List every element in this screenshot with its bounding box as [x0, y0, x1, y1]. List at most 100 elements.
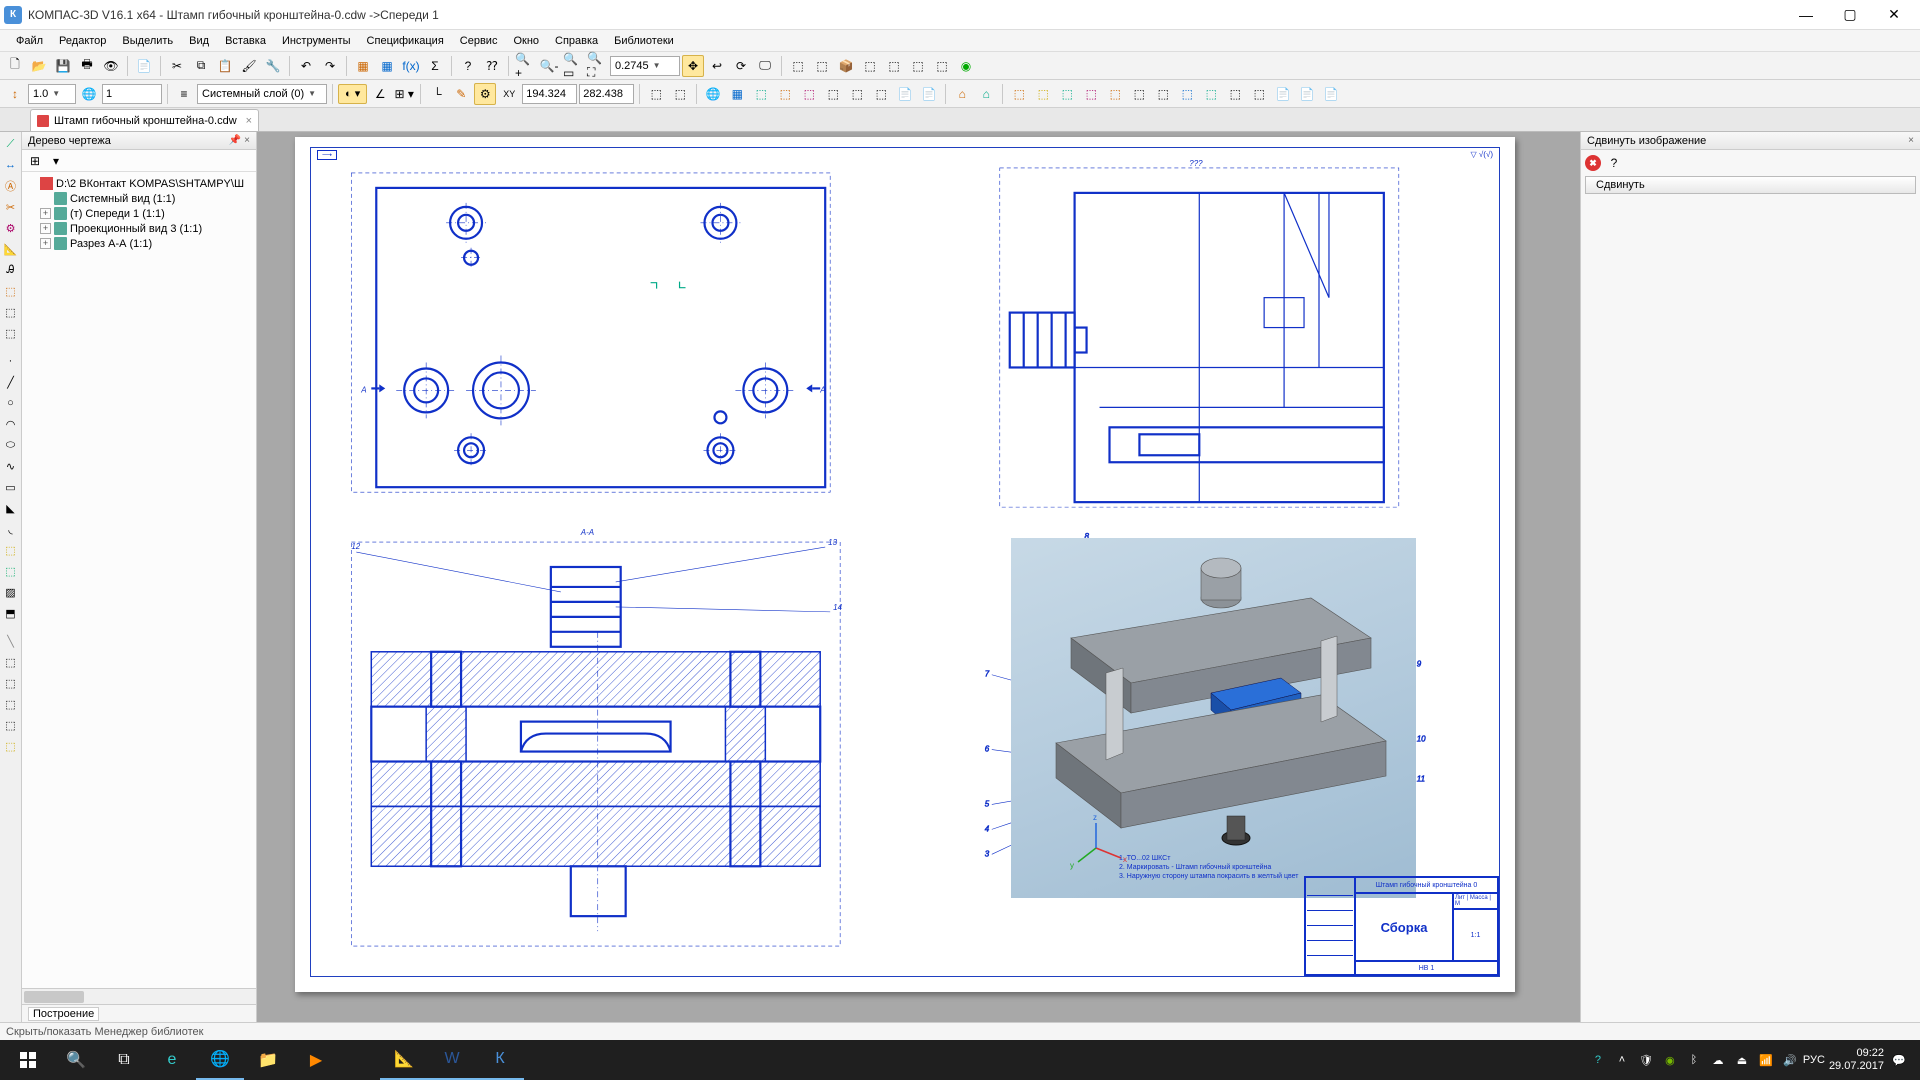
- g8-btn[interactable]: ◉: [955, 55, 977, 77]
- tray-cloud-icon[interactable]: ☁: [1709, 1051, 1727, 1069]
- chrome-icon[interactable]: 🌐: [196, 1040, 244, 1080]
- zoom-window-btn[interactable]: 🔍▭: [562, 55, 584, 77]
- e8[interactable]: ⬚: [1176, 83, 1198, 105]
- g6-btn[interactable]: ⬚: [907, 55, 929, 77]
- media-icon[interactable]: ▶: [292, 1040, 340, 1080]
- document-tab[interactable]: Штамп гибочный кронштейна-0.cdw ×: [30, 109, 259, 131]
- layer-combo[interactable]: Системный слой (0) ▼: [197, 84, 327, 104]
- menu-view[interactable]: Вид: [181, 33, 217, 49]
- ellipse-tool[interactable]: ⬭: [1, 435, 21, 455]
- step-combo[interactable]: 1.0 ▼: [28, 84, 76, 104]
- hatch-tool[interactable]: ▨: [1, 582, 21, 602]
- e10[interactable]: ⬚: [1224, 83, 1246, 105]
- print-btn[interactable]: 🖶: [76, 55, 98, 77]
- fillet-tool[interactable]: ◟: [1, 519, 21, 539]
- word-icon[interactable]: W: [428, 1040, 476, 1080]
- geom-tool[interactable]: ⟋: [1, 134, 21, 154]
- p28[interactable]: ⬚: [1, 715, 21, 735]
- kompas-task-icon[interactable]: К: [476, 1040, 524, 1080]
- e6[interactable]: ⬚: [1128, 83, 1150, 105]
- expand-icon[interactable]: +: [40, 208, 51, 219]
- g7-btn[interactable]: ⬚: [931, 55, 953, 77]
- g1-btn[interactable]: ⬚: [787, 55, 809, 77]
- right-close-btn[interactable]: ×: [1908, 135, 1914, 146]
- g3-btn[interactable]: 📦: [835, 55, 857, 77]
- tray-help-icon[interactable]: ?: [1589, 1051, 1607, 1069]
- snap-btn[interactable]: ∠: [369, 83, 391, 105]
- start-button[interactable]: [4, 1040, 52, 1080]
- p21[interactable]: ⬚: [1, 561, 21, 581]
- help-icon[interactable]: ?: [1605, 154, 1623, 172]
- lib8[interactable]: ⬚: [870, 83, 892, 105]
- menu-service[interactable]: Сервис: [452, 33, 506, 49]
- arc-tool[interactable]: ◠: [1, 414, 21, 434]
- pin-button[interactable]: 📌 ×: [229, 135, 250, 146]
- prev-view-btn[interactable]: ↩: [706, 55, 728, 77]
- zoom-fit-btn[interactable]: 🔍⛶: [586, 55, 608, 77]
- tray-volume-icon[interactable]: 🔊: [1781, 1051, 1799, 1069]
- tray-notifications-icon[interactable]: 💬: [1890, 1051, 1908, 1069]
- explorer-icon[interactable]: 📁: [244, 1040, 292, 1080]
- e3[interactable]: ⬚: [1056, 83, 1078, 105]
- lib2[interactable]: ▦: [726, 83, 748, 105]
- lib6[interactable]: ⬚: [822, 83, 844, 105]
- redraw-btn[interactable]: ⟳: [730, 55, 752, 77]
- e5[interactable]: ⬚: [1104, 83, 1126, 105]
- p23[interactable]: ⬒: [1, 603, 21, 623]
- expand-icon[interactable]: +: [40, 238, 51, 249]
- circle-tool[interactable]: ○: [1, 393, 21, 413]
- format-paint-btn[interactable]: 🖌: [238, 55, 260, 77]
- tree-root[interactable]: D:\2 ВКонтакт KOMPAS\SHTAMPY\Ш: [24, 176, 254, 191]
- menu-tools[interactable]: Инструменты: [274, 33, 359, 49]
- point-tool[interactable]: ·: [1, 351, 21, 371]
- tree-mode-btn[interactable]: ⊞: [26, 152, 44, 170]
- line-tool[interactable]: ╱: [1, 372, 21, 392]
- e2[interactable]: ⬚: [1032, 83, 1054, 105]
- lib3[interactable]: ⬚: [750, 83, 772, 105]
- tray-shield-icon[interactable]: 🛡: [1637, 1051, 1655, 1069]
- fx-btn[interactable]: ▦: [376, 55, 398, 77]
- doc-props-btn[interactable]: 📄: [133, 55, 155, 77]
- mat1[interactable]: ⌂: [951, 83, 973, 105]
- pan-btn[interactable]: ✥: [682, 55, 704, 77]
- tray-wifi-icon[interactable]: 📶: [1757, 1051, 1775, 1069]
- tree-node-system-view[interactable]: Системный вид (1:1): [24, 191, 254, 206]
- g4-btn[interactable]: ⬚: [859, 55, 881, 77]
- zoom-in-btn[interactable]: 🔍+: [514, 55, 536, 77]
- undo-btn[interactable]: ↶: [295, 55, 317, 77]
- ortho-btn[interactable]: └: [426, 83, 448, 105]
- grid-btn[interactable]: ⊞ ▾: [393, 83, 415, 105]
- preview-btn[interactable]: 👁: [100, 55, 122, 77]
- p9[interactable]: ⬚: [1, 302, 21, 322]
- t2b[interactable]: ⬚: [669, 83, 691, 105]
- g5-btn[interactable]: ⬚: [883, 55, 905, 77]
- tray-nvidia-icon[interactable]: ◉: [1661, 1051, 1679, 1069]
- edge-icon[interactable]: e: [148, 1040, 196, 1080]
- menu-file[interactable]: Файл: [8, 33, 51, 49]
- build-tool[interactable]: ⬚: [1, 281, 21, 301]
- cut-btn[interactable]: ✂: [166, 55, 188, 77]
- menu-help[interactable]: Справка: [547, 33, 606, 49]
- lib5[interactable]: ⬚: [798, 83, 820, 105]
- param-btn[interactable]: ⚙: [474, 83, 496, 105]
- p26[interactable]: ⬚: [1, 673, 21, 693]
- p29[interactable]: ⬚: [1, 736, 21, 756]
- sum-btn[interactable]: Σ: [424, 55, 446, 77]
- edit-tool[interactable]: ✂: [1, 197, 21, 217]
- zoom-out-btn[interactable]: 🔍-: [538, 55, 560, 77]
- tree-node-projection[interactable]: + Проекционный вид 3 (1:1): [24, 221, 254, 236]
- task-view-button[interactable]: ⧉: [100, 1040, 148, 1080]
- chamfer-tool[interactable]: ◣: [1, 498, 21, 518]
- scale-input[interactable]: [102, 84, 162, 104]
- e14[interactable]: 📄: [1320, 83, 1342, 105]
- coord-x-input[interactable]: [522, 84, 577, 104]
- layer-icon[interactable]: ≡: [173, 83, 195, 105]
- e13[interactable]: 📄: [1296, 83, 1318, 105]
- lib7[interactable]: ⬚: [846, 83, 868, 105]
- text-tool[interactable]: Ꭿ: [1, 260, 21, 280]
- p20[interactable]: ⬚: [1, 540, 21, 560]
- tray-bluetooth-icon[interactable]: ᛒ: [1685, 1051, 1703, 1069]
- close-button[interactable]: ✕: [1872, 1, 1916, 29]
- param-tool[interactable]: ⚙: [1, 218, 21, 238]
- e4[interactable]: ⬚: [1080, 83, 1102, 105]
